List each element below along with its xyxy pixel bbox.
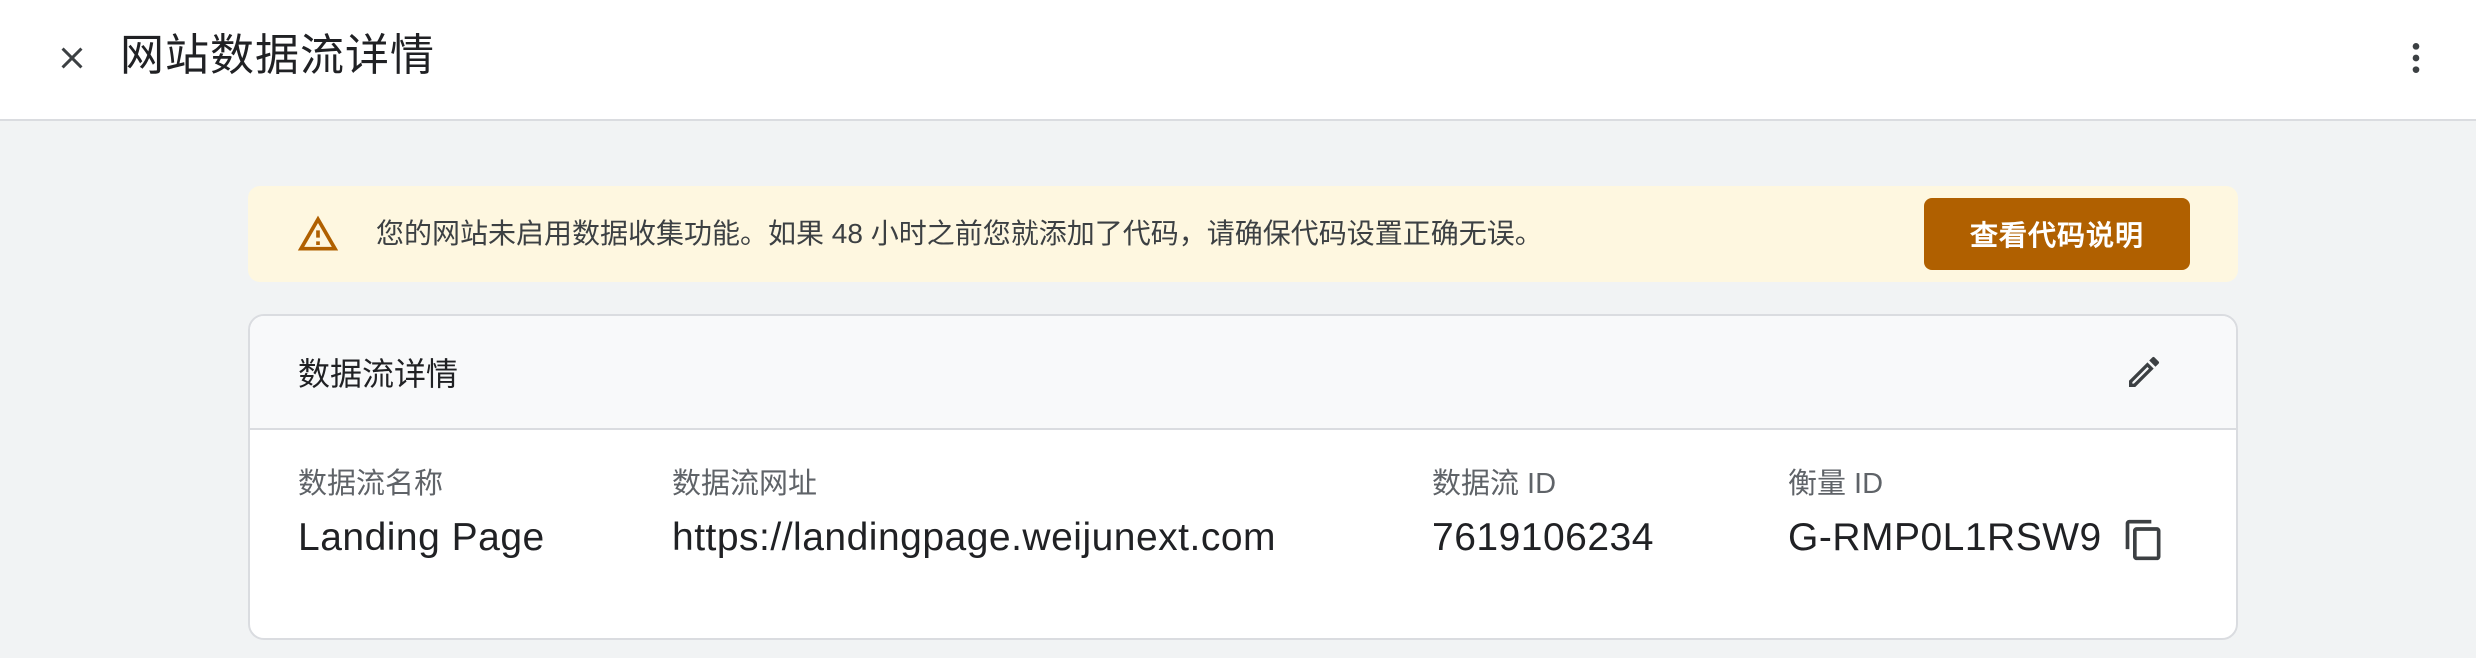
view-code-instructions-button[interactable]: 查看代码说明: [1924, 198, 2190, 270]
data-collection-warning-banner: 您的网站未启用数据收集功能。如果 48 小时之前您就添加了代码，请确保代码设置正…: [248, 186, 2238, 282]
copy-measurement-id-button[interactable]: [2114, 510, 2174, 570]
more-options-button[interactable]: [2388, 30, 2444, 86]
copy-icon: [2125, 519, 2161, 561]
more-vert-icon: [2412, 43, 2420, 73]
stream-id-label: 数据流 ID: [1432, 468, 1557, 500]
edit-icon: [2129, 356, 2160, 387]
top-app-bar: 网站数据流详情: [0, 0, 2476, 121]
close-icon: [61, 47, 83, 69]
warning-icon: [297, 215, 339, 251]
stream-details-card: 数据流详情 数据流名称 Landing Page 数据流网址 https://l…: [248, 314, 2238, 640]
page-title: 网站数据流详情: [120, 31, 435, 80]
stream-details-header: 数据流详情: [250, 316, 2236, 430]
close-button[interactable]: [44, 30, 100, 86]
measurement-id-value: G-RMP0L1RSW9: [1788, 516, 2102, 559]
stream-url-label: 数据流网址: [672, 468, 818, 500]
stream-id-value: 7619106234: [1432, 516, 1654, 559]
stream-name-label: 数据流名称: [298, 468, 444, 500]
stream-url-value: https://landingpage.weijunext.com: [672, 516, 1277, 559]
stream-name-value: Landing Page: [298, 516, 545, 559]
edit-stream-button[interactable]: [2114, 342, 2174, 402]
stream-details-title: 数据流详情: [298, 356, 459, 392]
measurement-id-label: 衡量 ID: [1788, 468, 1884, 500]
warning-message: 您的网站未启用数据收集功能。如果 48 小时之前您就添加了代码，请确保代码设置正…: [376, 218, 1543, 249]
